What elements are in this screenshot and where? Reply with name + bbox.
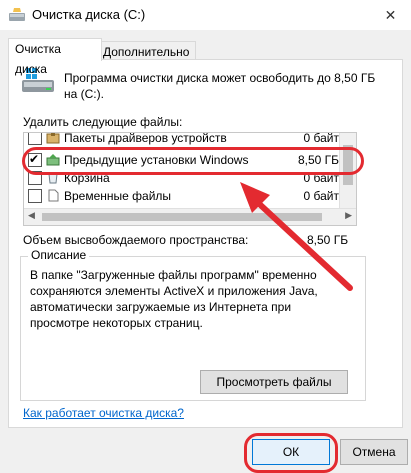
scroll-right-icon[interactable]: ▶ [345, 210, 352, 221]
list-item[interactable]: Корзина 0 байт [24, 169, 339, 187]
windows-install-icon [46, 154, 60, 166]
file-size: 8,50 ГБ [297, 153, 339, 167]
close-button[interactable]: ✕ [370, 0, 411, 30]
file-checkbox[interactable] [28, 150, 42, 168]
disk-cleanup-icon [9, 8, 25, 21]
title-bar: Очистка диска (C:) ✕ [0, 0, 411, 30]
tab-disk-cleanup[interactable]: Очистка диска [8, 38, 102, 76]
vertical-scrollbar[interactable] [339, 133, 356, 209]
list-item[interactable]: Временные файлы 0 байт [24, 187, 339, 205]
view-files-button[interactable]: Просмотреть файлы [200, 370, 348, 394]
scrollbar-thumb[interactable] [42, 213, 322, 221]
file-name: Временные файлы [64, 189, 172, 203]
file-name: Пакеты драйверов устройств [64, 132, 227, 145]
file-checkbox[interactable] [28, 171, 42, 185]
file-size: 0 байт [303, 189, 339, 203]
freed-space-value: 8,50 ГБ [307, 233, 349, 247]
files-list-label: Удалить следующие файлы: [23, 115, 183, 129]
horizontal-scrollbar[interactable]: ◀ ▶ [24, 208, 356, 225]
list-item[interactable]: Пакеты драйверов устройств 0 байт [24, 132, 339, 147]
file-icon [48, 189, 59, 202]
cleanup-summary: Программа очистки диска может освободить… [64, 71, 376, 101]
file-name: Предыдущие установки Windows [64, 153, 249, 167]
description-legend: Описание [28, 248, 90, 262]
help-link[interactable]: Как работает очистка диска? [23, 406, 184, 420]
cancel-button[interactable]: Отмена [340, 439, 408, 465]
scroll-left-icon[interactable]: ◀ [28, 210, 35, 221]
files-list[interactable]: Пакеты драйверов устройств 0 байт Предыд… [23, 132, 357, 226]
file-checkbox[interactable] [28, 189, 42, 203]
file-name: Корзина [64, 171, 110, 185]
file-size: 0 байт [303, 171, 339, 185]
freed-space-label: Объем высвобождаемого пространства: [23, 233, 249, 247]
file-size: 0 байт [303, 132, 339, 145]
package-icon [46, 133, 60, 144]
scrollbar-thumb[interactable] [343, 145, 353, 185]
recycle-bin-icon [48, 172, 58, 184]
list-item[interactable]: Предыдущие установки Windows 8,50 ГБ [24, 150, 339, 169]
window-title: Очистка диска (C:) [32, 7, 146, 22]
description-text: В папке "Загруженные файлы программ" вре… [30, 268, 318, 330]
file-checkbox[interactable] [28, 133, 42, 145]
ok-button[interactable]: ОК [252, 439, 330, 465]
